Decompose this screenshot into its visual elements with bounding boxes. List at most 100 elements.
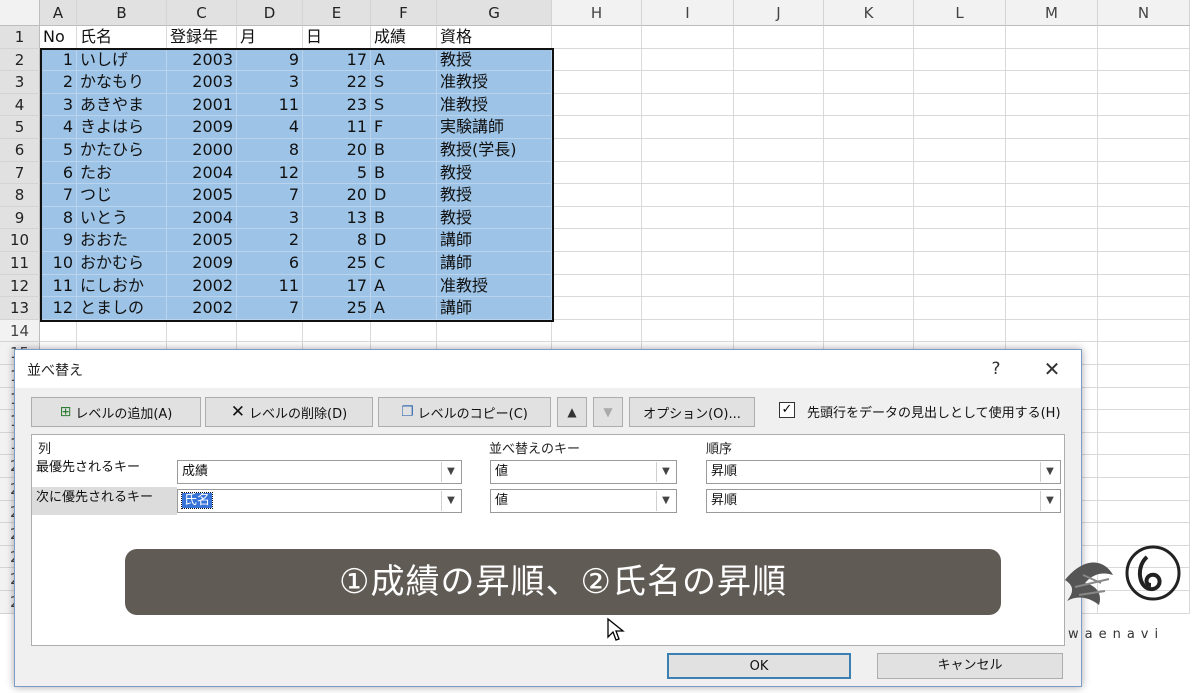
cell-f3[interactable]: S xyxy=(371,71,437,94)
cell-e3[interactable]: 22 xyxy=(303,71,371,94)
cell-c11[interactable]: 2009 xyxy=(167,252,237,275)
cell-k8[interactable] xyxy=(824,184,914,207)
cell-e14[interactable] xyxy=(303,319,371,343)
cell-h2[interactable] xyxy=(552,48,642,72)
cell-g14[interactable] xyxy=(437,319,552,343)
row-header[interactable]: 10 xyxy=(0,229,40,252)
cell-h13[interactable] xyxy=(552,297,642,320)
column-header-j[interactable]: J xyxy=(734,0,824,26)
cell-b10[interactable]: おおた xyxy=(77,229,167,252)
cell-i14[interactable] xyxy=(642,319,734,343)
row-header[interactable]: 8 xyxy=(0,184,40,207)
cell-c2[interactable]: 2003 xyxy=(167,48,237,72)
cell-i6[interactable] xyxy=(642,139,734,162)
cell-j11[interactable] xyxy=(734,252,824,275)
cell-f14[interactable] xyxy=(371,319,437,343)
cell-i13[interactable] xyxy=(642,297,734,320)
cell-i1[interactable] xyxy=(642,26,734,49)
cell-e9[interactable]: 13 xyxy=(303,206,371,230)
row-header[interactable]: 13 xyxy=(0,297,40,320)
cell-l13[interactable] xyxy=(914,297,1006,320)
cell-h6[interactable] xyxy=(552,139,642,162)
cell-n9[interactable] xyxy=(1098,206,1190,230)
cell-j4[interactable] xyxy=(734,93,824,117)
cell-c5[interactable]: 2009 xyxy=(167,116,237,139)
cell-a11[interactable]: 10 xyxy=(40,252,77,275)
cell-a12[interactable]: 11 xyxy=(40,274,77,298)
cell-g7[interactable]: 教授 xyxy=(437,161,552,185)
cell-d9[interactable]: 3 xyxy=(237,206,303,230)
cell-k4[interactable] xyxy=(824,93,914,117)
cell-a3[interactable]: 2 xyxy=(40,71,77,94)
column-header-h[interactable]: H xyxy=(552,0,642,26)
cell-c6[interactable]: 2000 xyxy=(167,139,237,162)
cell-h11[interactable] xyxy=(552,252,642,275)
cell-b14[interactable] xyxy=(77,319,167,343)
select-all-corner[interactable] xyxy=(0,0,40,26)
cancel-button[interactable]: キャンセル xyxy=(877,653,1063,679)
move-up-button[interactable]: ▲ xyxy=(557,397,587,427)
cell-g6[interactable]: 教授(学長) xyxy=(437,139,552,162)
row-header[interactable]: 6 xyxy=(0,139,40,162)
level-1-sort-on-select[interactable]: 値 ▼ xyxy=(490,460,677,484)
cell-b6[interactable]: かたひら xyxy=(77,139,167,162)
level-2-sort-on-select[interactable]: 値 ▼ xyxy=(490,489,677,513)
cell-c7[interactable]: 2004 xyxy=(167,161,237,185)
cell-l5[interactable] xyxy=(914,116,1006,139)
cell-d3[interactable]: 3 xyxy=(237,71,303,94)
cell-d10[interactable]: 2 xyxy=(237,229,303,252)
cell-n6[interactable] xyxy=(1098,139,1190,162)
cell-h3[interactable] xyxy=(552,71,642,94)
cell-m11[interactable] xyxy=(1006,252,1098,275)
cell-e5[interactable]: 11 xyxy=(303,116,371,139)
cell-e8[interactable]: 20 xyxy=(303,184,371,207)
cell-b1[interactable]: 氏名 xyxy=(77,26,167,49)
cell-g12[interactable]: 准教授 xyxy=(437,274,552,298)
cell-g13[interactable]: 講師 xyxy=(437,297,552,320)
cell-j6[interactable] xyxy=(734,139,824,162)
cell-n4[interactable] xyxy=(1098,93,1190,117)
row-header[interactable]: 12 xyxy=(0,274,40,298)
cell-d4[interactable]: 11 xyxy=(237,93,303,117)
row-header[interactable]: 4 xyxy=(0,93,40,117)
cell-i8[interactable] xyxy=(642,184,734,207)
cell-g9[interactable]: 教授 xyxy=(437,206,552,230)
cell-b11[interactable]: おかむら xyxy=(77,252,167,275)
cell-j7[interactable] xyxy=(734,161,824,185)
cell-k6[interactable] xyxy=(824,139,914,162)
cell-j1[interactable] xyxy=(734,26,824,49)
cell-b4[interactable]: あきやま xyxy=(77,93,167,117)
cell-m8[interactable] xyxy=(1006,184,1098,207)
cell-c10[interactable]: 2005 xyxy=(167,229,237,252)
cell-h1[interactable] xyxy=(552,26,642,49)
cell-f10[interactable]: D xyxy=(371,229,437,252)
cell-n19[interactable] xyxy=(1098,432,1190,456)
cell-g3[interactable]: 准教授 xyxy=(437,71,552,94)
cell-d13[interactable]: 7 xyxy=(237,297,303,320)
cell-f11[interactable]: C xyxy=(371,252,437,275)
cell-h14[interactable] xyxy=(552,319,642,343)
add-level-button[interactable]: ⊞ レベルの追加(A) xyxy=(31,397,201,427)
cell-g11[interactable]: 講師 xyxy=(437,252,552,275)
cell-m14[interactable] xyxy=(1006,319,1098,343)
ok-button[interactable]: OK xyxy=(667,653,851,679)
cell-a4[interactable]: 3 xyxy=(40,93,77,117)
cell-a9[interactable]: 8 xyxy=(40,206,77,230)
cell-h8[interactable] xyxy=(552,184,642,207)
cell-j9[interactable] xyxy=(734,206,824,230)
cell-c1[interactable]: 登録年 xyxy=(167,26,237,49)
cell-e1[interactable]: 日 xyxy=(303,26,371,49)
cell-e12[interactable]: 17 xyxy=(303,274,371,298)
cell-n5[interactable] xyxy=(1098,116,1190,139)
cell-b7[interactable]: たお xyxy=(77,161,167,185)
cell-n13[interactable] xyxy=(1098,297,1190,320)
cell-g1[interactable]: 資格 xyxy=(437,26,552,49)
column-header-k[interactable]: K xyxy=(824,0,914,26)
cell-k9[interactable] xyxy=(824,206,914,230)
cell-n18[interactable] xyxy=(1098,410,1190,433)
cell-f12[interactable]: A xyxy=(371,274,437,298)
cell-i2[interactable] xyxy=(642,48,734,72)
cell-b2[interactable]: いしげ xyxy=(77,48,167,72)
cell-n10[interactable] xyxy=(1098,229,1190,252)
header-checkbox[interactable]: ✓ xyxy=(779,402,795,418)
